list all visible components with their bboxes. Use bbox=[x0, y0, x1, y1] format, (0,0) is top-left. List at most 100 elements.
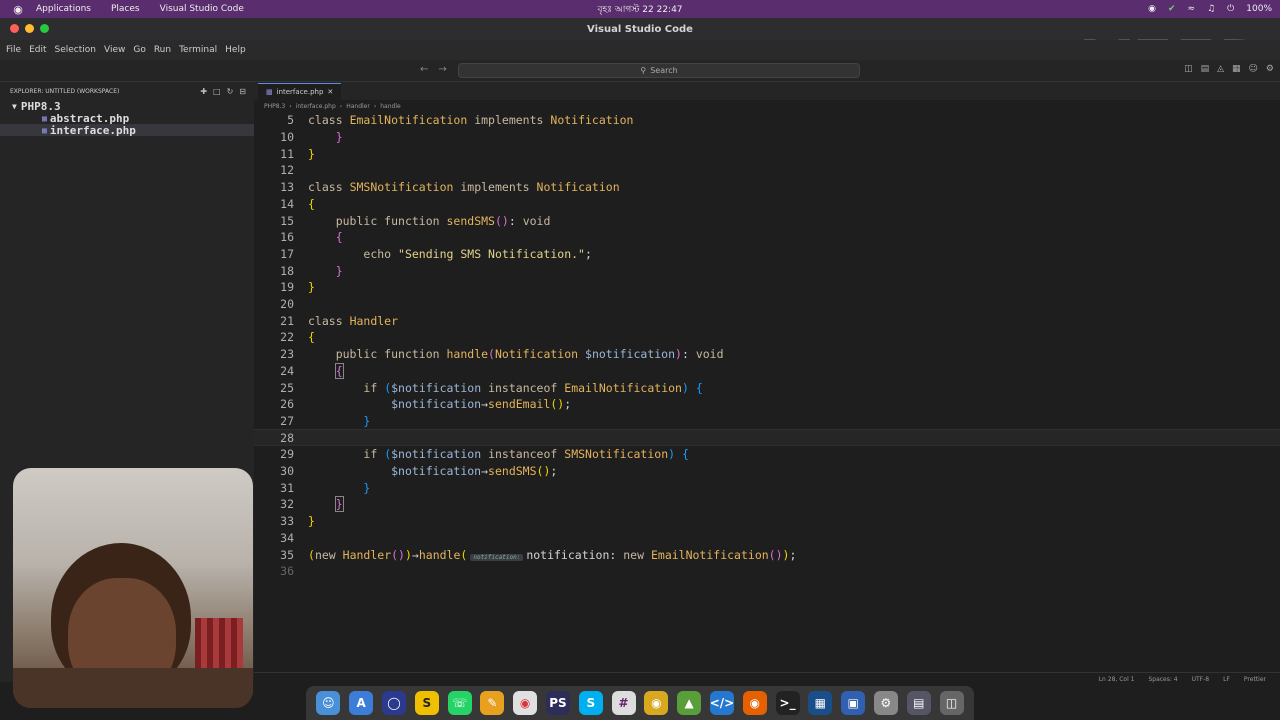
tableplus-icon[interactable]: ◉ bbox=[644, 691, 669, 715]
trash-icon[interactable]: ◫ bbox=[939, 691, 964, 715]
breadcrumb-file[interactable]: interface.php bbox=[296, 103, 336, 110]
settings-gear-icon[interactable]: ⚙ bbox=[1266, 64, 1274, 74]
power-icon[interactable]: ⏻ bbox=[1227, 4, 1234, 14]
system-settings-icon[interactable]: ⚙ bbox=[873, 691, 898, 715]
parameter-hint: notification: bbox=[470, 553, 524, 561]
menu-go[interactable]: Go bbox=[131, 45, 145, 55]
vscode-icon[interactable]: </> bbox=[710, 691, 734, 715]
forward-arrow-icon[interactable]: → bbox=[438, 64, 446, 75]
code-line: 34 bbox=[280, 530, 294, 545]
code-line: 29 if ($notification instanceof SMSNotif… bbox=[280, 447, 689, 462]
menu-bar: File Edit Selection View Go Run Terminal… bbox=[0, 40, 1280, 60]
menu-help[interactable]: Help bbox=[223, 45, 246, 55]
code-line: 33} bbox=[280, 514, 315, 529]
webcam-overlay bbox=[13, 468, 253, 708]
apple-icon[interactable]: ◉ bbox=[0, 3, 36, 16]
menu-edit[interactable]: Edit bbox=[27, 45, 46, 55]
command-center-row: ← → ⚲ Search ◫ ▤ ◬ ▦ ☺ ⚙ bbox=[0, 60, 1280, 82]
slack-icon[interactable]: # bbox=[611, 691, 636, 715]
code-line: 19} bbox=[280, 280, 315, 295]
toggle-panel-icon[interactable]: ▤ bbox=[1201, 64, 1210, 74]
collapse-all-icon[interactable]: ⊟ bbox=[239, 87, 246, 96]
editor-tabs: ▩ interface.php ✕ bbox=[254, 82, 1280, 100]
status-encoding[interactable]: UTF-8 bbox=[1192, 676, 1210, 683]
wifi-icon[interactable]: ≈ bbox=[1188, 4, 1196, 14]
pen-app-icon[interactable]: ✎ bbox=[480, 691, 505, 715]
code-line: 15 public function sendSMS(): void bbox=[280, 213, 551, 228]
tab-interface-php[interactable]: ▩ interface.php ✕ bbox=[258, 83, 342, 100]
tree-file-interface[interactable]: ▩ interface.php bbox=[0, 123, 254, 137]
search-icon: ⚲ bbox=[640, 66, 647, 75]
refresh-icon[interactable]: ↻ bbox=[227, 87, 234, 96]
whatsapp-icon[interactable]: ☏ bbox=[447, 691, 472, 715]
applications-menu[interactable]: Applications bbox=[36, 4, 91, 14]
breadcrumb: PHP8.3 › interface.php › Handler › handle bbox=[264, 102, 401, 110]
back-arrow-icon[interactable]: ← bbox=[420, 64, 428, 75]
code-line: 14{ bbox=[280, 196, 315, 211]
mongodb-icon[interactable]: ▲ bbox=[677, 691, 702, 715]
sublime-icon[interactable]: S bbox=[414, 691, 439, 715]
phpstorm-icon[interactable]: PS bbox=[545, 691, 570, 715]
chrome-icon[interactable]: ◉ bbox=[513, 691, 538, 715]
code-line: 20 bbox=[280, 297, 294, 312]
toggle-sidebar-icon[interactable]: ◫ bbox=[1184, 64, 1193, 74]
menu-run[interactable]: Run bbox=[152, 45, 171, 55]
code-line: 10 } bbox=[280, 130, 343, 145]
breadcrumb-class[interactable]: Handler bbox=[346, 103, 370, 110]
code-line: 22{ bbox=[280, 330, 315, 345]
status-eol[interactable]: LF bbox=[1223, 676, 1230, 683]
new-folder-icon[interactable]: □ bbox=[213, 87, 221, 96]
menu-selection[interactable]: Selection bbox=[53, 45, 96, 55]
code-line: 30 $notification→sendSMS(); bbox=[280, 464, 558, 479]
php-file-icon: ▩ bbox=[42, 125, 47, 135]
code-line: 17 echo "Sending SMS Notification."; bbox=[280, 246, 592, 261]
circle-app-icon[interactable]: ◯ bbox=[381, 691, 406, 715]
command-center-search[interactable]: ⚲ Search bbox=[458, 63, 860, 78]
app-store-icon[interactable]: A bbox=[349, 691, 374, 715]
places-menu[interactable]: Places bbox=[111, 4, 140, 14]
search-placeholder: Search bbox=[650, 66, 678, 75]
minimize-window-button[interactable] bbox=[25, 24, 34, 33]
code-line-current: 28 bbox=[254, 429, 1280, 446]
explorer-title: EXPLORER: UNTITLED (WORKSPACE) bbox=[10, 87, 120, 95]
menu-file[interactable]: File bbox=[4, 45, 21, 55]
firefox-icon[interactable]: ◉ bbox=[742, 691, 767, 715]
terminal-icon[interactable]: >_ bbox=[775, 691, 800, 715]
status-indentation[interactable]: Spaces: 4 bbox=[1148, 676, 1177, 683]
customize-layout-icon[interactable]: ▦ bbox=[1232, 64, 1241, 74]
window-title: Visual Studio Code bbox=[587, 23, 693, 35]
toggle-secondary-sidebar-icon[interactable]: ◬ bbox=[1217, 64, 1224, 74]
maximize-window-button[interactable] bbox=[40, 24, 49, 33]
close-window-button[interactable] bbox=[10, 24, 19, 33]
chevron-down-icon: ▼ bbox=[12, 101, 17, 111]
tree-folder-php83[interactable]: ▼ PHP8.3 bbox=[0, 100, 254, 113]
code-line: 12 bbox=[280, 163, 294, 178]
status-formatter[interactable]: Prettier bbox=[1244, 676, 1266, 683]
grid-app-icon[interactable]: ▦ bbox=[808, 691, 833, 715]
menu-terminal[interactable]: Terminal bbox=[177, 45, 217, 55]
code-line: 13 class SMSNotification implements Notif… bbox=[280, 180, 620, 195]
menu-view[interactable]: View bbox=[102, 45, 125, 55]
storage-app-icon[interactable]: ▤ bbox=[906, 691, 931, 715]
active-app-menu[interactable]: Visual Studio Code bbox=[160, 4, 244, 14]
system-clock[interactable]: বৃহঃ আগস্ট 22 22:47 bbox=[597, 2, 682, 17]
code-line: 35 (new Handler())→handle(notification: no… bbox=[280, 547, 797, 562]
breadcrumb-method[interactable]: handle bbox=[380, 103, 400, 110]
books-icon[interactable]: ▣ bbox=[841, 691, 866, 715]
window-title-bar: Visual Studio Code VEED bbox=[0, 18, 1280, 98]
code-line: 25 if ($notification instanceof EmailNot… bbox=[280, 380, 703, 395]
skype-icon[interactable]: S bbox=[578, 691, 603, 715]
status-bar: Ln 28, Col 1 Spaces: 4 UTF-8 LF Prettier bbox=[254, 672, 1280, 686]
accounts-icon[interactable]: ☺ bbox=[1249, 64, 1258, 74]
code-line: 16 { bbox=[280, 230, 343, 245]
finder-icon[interactable]: ☺ bbox=[316, 691, 341, 715]
volume-icon[interactable]: ♫ bbox=[1207, 4, 1215, 14]
file-label: interface.php bbox=[49, 123, 136, 137]
eye-icon[interactable]: ◉ bbox=[1148, 4, 1156, 14]
breadcrumb-folder[interactable]: PHP8.3 bbox=[264, 103, 285, 110]
new-file-icon[interactable]: ✚ bbox=[200, 87, 207, 96]
tree-file-abstract[interactable]: ▩ abstract.php bbox=[0, 112, 254, 125]
vpn-icon[interactable]: ✔ bbox=[1168, 4, 1176, 14]
close-tab-icon[interactable]: ✕ bbox=[327, 88, 333, 96]
status-cursor-position[interactable]: Ln 28, Col 1 bbox=[1099, 676, 1135, 683]
